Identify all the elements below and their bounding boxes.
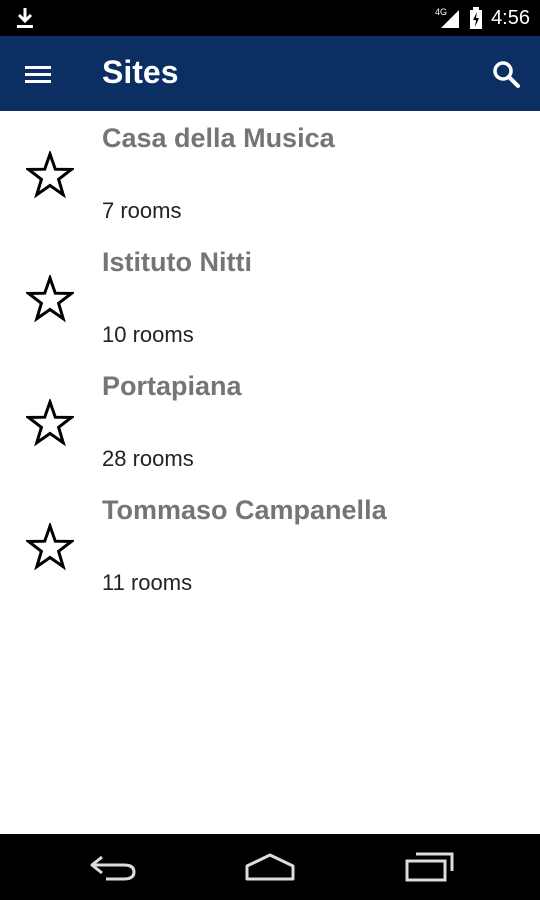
- star-outline-icon[interactable]: [26, 399, 74, 447]
- list-item[interactable]: Portapiana 28 rooms: [0, 359, 540, 483]
- star-outline-icon[interactable]: [26, 523, 74, 571]
- network-type-label: 4G: [435, 7, 447, 17]
- status-clock: 4:56: [491, 6, 530, 29]
- star-outline-icon[interactable]: [26, 151, 74, 199]
- site-name: Tommaso Campanella: [102, 495, 387, 525]
- star-outline-icon[interactable]: [26, 275, 74, 323]
- home-button[interactable]: [243, 851, 297, 888]
- status-bar: 4G 4:56: [0, 0, 540, 36]
- search-button[interactable]: [490, 58, 522, 90]
- site-name: Casa della Musica: [102, 123, 335, 153]
- back-icon: [90, 855, 136, 881]
- list-item[interactable]: Casa della Musica 7 rooms: [0, 111, 540, 235]
- site-rooms-count: 11 rooms: [102, 570, 193, 595]
- battery-charging-icon: [470, 7, 483, 29]
- navigation-bar: [0, 834, 540, 900]
- recents-icon: [405, 852, 454, 882]
- site-name: Istituto Nitti: [102, 247, 252, 277]
- menu-button[interactable]: [22, 58, 62, 90]
- page-title: Sites: [102, 54, 179, 90]
- site-name: Portapiana: [102, 371, 242, 401]
- download-icon: [17, 8, 33, 28]
- site-rooms-count: 28 rooms: [102, 446, 194, 471]
- list-item[interactable]: Istituto Nitti 10 rooms: [0, 235, 540, 359]
- signal-icon: 4G: [435, 7, 460, 28]
- site-rooms-count: 10 rooms: [102, 322, 194, 347]
- menu-icon: [25, 66, 51, 83]
- back-button[interactable]: [88, 851, 138, 888]
- list-item[interactable]: Tommaso Campanella 11 rooms: [0, 483, 540, 607]
- site-list: Casa della Musica 7 rooms Istituto Nitti…: [0, 111, 540, 607]
- recents-button[interactable]: [404, 851, 456, 888]
- search-icon: [493, 61, 520, 88]
- site-rooms-count: 7 rooms: [102, 198, 182, 223]
- home-icon: [245, 853, 295, 881]
- app-bar: Sites: [0, 36, 540, 111]
